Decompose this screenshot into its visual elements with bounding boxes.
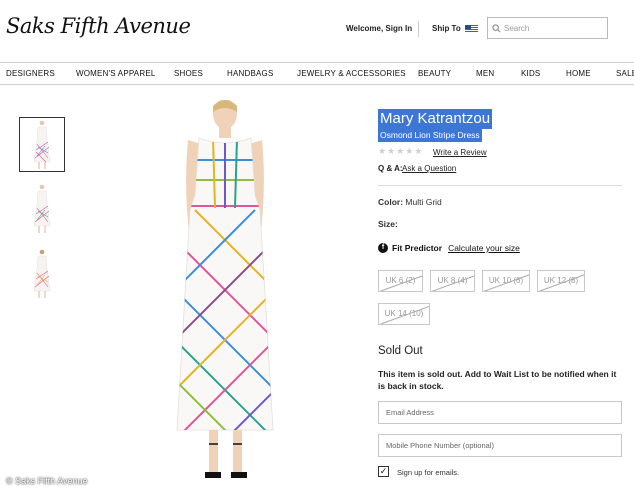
product-brand[interactable]: Mary Katrantzou: [378, 109, 493, 129]
color-row: Color: Multi Grid: [378, 197, 442, 207]
ship-to-selector[interactable]: Ship To: [432, 24, 478, 33]
nav-kids[interactable]: KIDS: [521, 69, 540, 78]
photo-credit: © Saks Fifth Avenue: [6, 476, 88, 486]
header-divider: [418, 21, 419, 37]
sold-out-title: Sold Out: [378, 345, 423, 357]
nav-handbags[interactable]: HANDBAGS: [227, 69, 274, 78]
nav-beauty[interactable]: BEAUTY: [418, 69, 451, 78]
ask-question-link[interactable]: Ask a Question: [402, 164, 456, 173]
thumbnail-back[interactable]: [19, 247, 65, 302]
rating-stars: ★★★★★: [378, 146, 424, 156]
nav-sale[interactable]: SALE: [616, 69, 634, 78]
nav-womens-apparel[interactable]: WOMEN'S APPAREL: [76, 69, 156, 78]
nav-home[interactable]: HOME: [566, 69, 591, 78]
saks-logo[interactable]: Saks Fifth Avenue: [6, 14, 191, 38]
color-value: Multi Grid: [405, 197, 442, 207]
search-input[interactable]: [504, 23, 604, 33]
fit-predictor-label: Fit Predictor: [392, 243, 443, 253]
signup-label: Sign up for emails.: [397, 468, 460, 477]
sold-out-message: This item is sold out. Add to Wait List …: [378, 369, 617, 391]
calculate-size-link[interactable]: Calculate your size: [448, 243, 520, 253]
size-option-uk10[interactable]: UK 10 (6): [482, 270, 530, 292]
sign-in-link[interactable]: Welcome, Sign In: [346, 24, 412, 33]
nav-jewelry-accessories[interactable]: JEWELRY & ACCESSORIES: [297, 69, 406, 78]
divider: [378, 185, 622, 186]
us-flag-icon: [464, 24, 478, 33]
dress-thumbnail-image: [33, 120, 51, 169]
size-option-uk6[interactable]: UK 6 (2): [378, 270, 423, 292]
dress-thumbnail-image: [33, 249, 51, 298]
nav-designers[interactable]: DESIGNERS: [6, 69, 55, 78]
product-name: Osmond Lion Stripe Dress: [378, 129, 482, 142]
product-main-image: [176, 100, 274, 478]
nav-shoes[interactable]: SHOES: [174, 69, 203, 78]
size-label: Size:: [378, 219, 398, 229]
signup-checkbox[interactable]: ✓: [378, 466, 389, 477]
nav-men[interactable]: MEN: [476, 69, 494, 78]
qa-label: Q & A:: [378, 164, 403, 173]
search-box[interactable]: [487, 17, 608, 39]
main-nav: DESIGNERS WOMEN'S APPAREL SHOES HANDBAGS…: [0, 62, 634, 85]
color-label: Color:: [378, 197, 404, 207]
email-field[interactable]: [378, 401, 622, 424]
thumbnail-front[interactable]: [19, 117, 65, 172]
size-option-uk12[interactable]: UK 12 (8): [537, 270, 585, 292]
mobile-phone-field[interactable]: [378, 434, 622, 457]
dress-thumbnail-image: [33, 184, 51, 233]
fit-predictor: f Fit Predictor Calculate your size: [378, 243, 520, 253]
size-option-uk8[interactable]: UK 8 (4): [430, 270, 475, 292]
search-icon: [492, 23, 501, 32]
ship-to-label: Ship To: [432, 24, 461, 33]
write-review-link[interactable]: Write a Review: [433, 148, 487, 157]
thumbnail-side[interactable]: [19, 182, 65, 237]
fit-predictor-icon: f: [378, 243, 388, 253]
size-option-uk14[interactable]: UK 14 (10): [378, 303, 430, 325]
